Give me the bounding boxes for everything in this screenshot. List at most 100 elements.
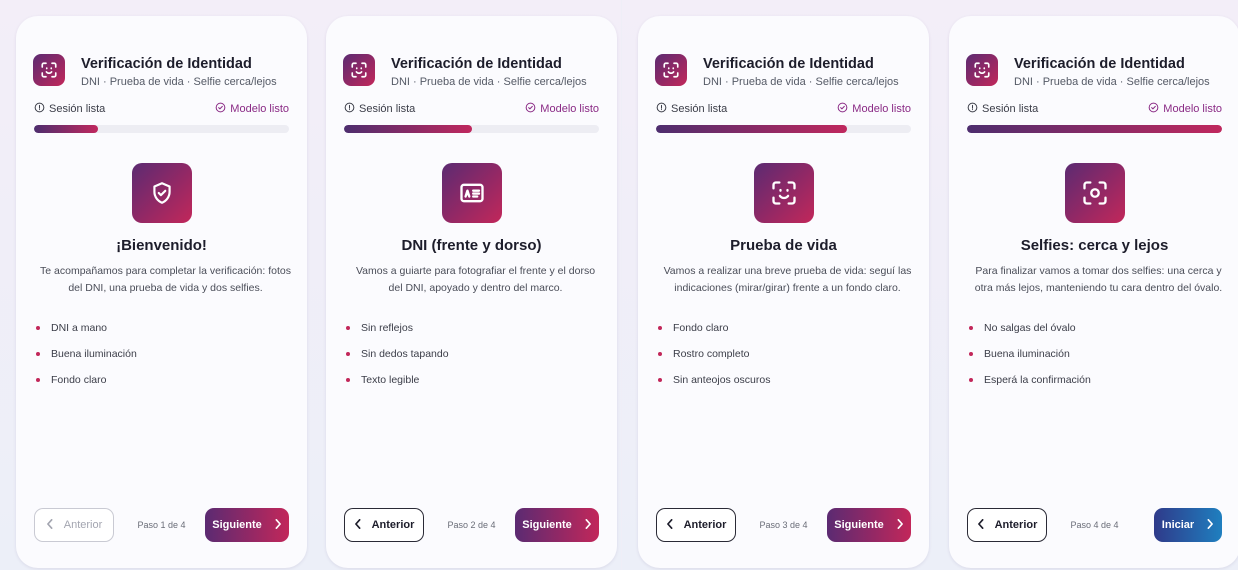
chevron-left-icon xyxy=(354,518,362,532)
start-button[interactable]: Iniciar xyxy=(1154,508,1222,542)
model-status-label: Modelo listo xyxy=(540,103,599,115)
list-item-label: Sin dedos tapando xyxy=(361,348,449,360)
face-scan-icon xyxy=(966,54,998,86)
list-item: Fondo claro xyxy=(36,367,137,393)
bullet-dot xyxy=(346,378,350,382)
bullet-dot xyxy=(658,378,662,382)
model-status: Modelo listo xyxy=(1148,102,1222,116)
check-circle-icon xyxy=(1148,102,1159,116)
shield-check-icon xyxy=(131,163,192,223)
face-scan-icon xyxy=(343,54,375,86)
app-subtitle: DNI · Prueba de vida · Selfie cerca/lejo… xyxy=(703,76,899,88)
app-subtitle: DNI · Prueba de vida · Selfie cerca/lejo… xyxy=(391,76,587,88)
session-status: Sesión lista xyxy=(967,102,1038,116)
requirements-list: DNI a mano Buena iluminación Fondo claro xyxy=(36,315,137,393)
requirements-list: Fondo claro Rostro completo Sin anteojos… xyxy=(658,315,770,393)
progress-fill xyxy=(34,125,98,133)
info-icon xyxy=(344,102,355,116)
previous-button[interactable]: Anterior xyxy=(967,508,1047,542)
list-item: Sin reflejos xyxy=(346,315,449,341)
session-status: Sesión lista xyxy=(656,102,727,116)
step-title: DNI (frente y dorso) xyxy=(401,237,542,254)
session-status-label: Sesión lista xyxy=(982,103,1039,115)
list-item-label: Sin anteojos oscuros xyxy=(673,374,771,386)
previous-button-label: Anterior xyxy=(994,519,1038,531)
list-item: DNI a mano xyxy=(36,315,137,341)
progress-bar xyxy=(656,125,911,133)
app-title: Verificación de Identidad xyxy=(1014,56,1185,72)
list-item-label: Fondo claro xyxy=(673,322,729,334)
list-item-label: No salgas del óvalo xyxy=(984,322,1076,334)
next-button-label: Siguiente xyxy=(522,519,572,531)
requirements-list: Sin reflejos Sin dedos tapando Texto leg… xyxy=(346,315,449,393)
bullet-dot xyxy=(969,352,973,356)
next-button-label: Siguiente xyxy=(834,519,884,531)
list-item-label: Esperá la confirmación xyxy=(984,374,1091,386)
list-item-label: Texto legible xyxy=(361,374,420,386)
list-item: No salgas del óvalo xyxy=(969,315,1091,341)
face-scan-icon xyxy=(33,54,65,86)
app-title: Verificación de Identidad xyxy=(391,56,562,72)
info-icon xyxy=(656,102,667,116)
chevron-right-icon xyxy=(1206,518,1214,532)
list-item: Texto legible xyxy=(346,367,449,393)
step-title: ¡Bienvenido! xyxy=(116,237,207,254)
previous-button[interactable]: Anterior xyxy=(344,508,424,542)
next-button[interactable]: Siguiente xyxy=(827,508,911,542)
app-title: Verificación de Identidad xyxy=(81,56,252,72)
bullet-dot xyxy=(36,326,40,330)
previous-button[interactable]: Anterior xyxy=(34,508,114,542)
next-button[interactable]: Siguiente xyxy=(515,508,599,542)
bullet-dot xyxy=(346,352,350,356)
list-item: Fondo claro xyxy=(658,315,770,341)
session-status: Sesión lista xyxy=(34,102,105,116)
app-title: Verificación de Identidad xyxy=(703,56,874,72)
wizard-card: Verificación de Identidad DNI · Prueba d… xyxy=(949,16,1238,568)
chevron-left-icon xyxy=(46,518,54,532)
session-status-label: Sesión lista xyxy=(359,103,416,115)
progress-fill xyxy=(656,125,848,133)
progress-fill xyxy=(344,125,472,133)
next-button[interactable]: Siguiente xyxy=(205,508,289,542)
chevron-right-icon xyxy=(584,518,592,532)
check-circle-icon xyxy=(837,102,848,116)
list-item-label: Buena iluminación xyxy=(51,348,137,360)
step-description: Te acompañamos para completar la verific… xyxy=(40,265,291,294)
chevron-left-icon xyxy=(977,518,985,532)
progress-bar xyxy=(967,125,1222,133)
bullet-dot xyxy=(658,326,662,330)
session-status-label: Sesión lista xyxy=(671,103,728,115)
previous-button[interactable]: Anterior xyxy=(656,508,736,542)
bullet-dot xyxy=(969,378,973,382)
check-circle-icon xyxy=(215,102,226,116)
app-subtitle: DNI · Prueba de vida · Selfie cerca/lejo… xyxy=(81,76,277,88)
bullet-dot xyxy=(658,352,662,356)
list-item-label: DNI a mano xyxy=(51,322,108,334)
previous-button-label: Anterior xyxy=(371,519,415,531)
bullet-dot xyxy=(36,378,40,382)
list-item-label: Buena iluminación xyxy=(984,348,1070,360)
list-item: Rostro completo xyxy=(658,341,770,367)
chevron-left-icon xyxy=(666,518,674,532)
list-item: Esperá la confirmación xyxy=(969,367,1091,393)
session-status-label: Sesión lista xyxy=(49,103,106,115)
next-button-label: Siguiente xyxy=(212,519,262,531)
session-status: Sesión lista xyxy=(344,102,415,116)
list-item: Buena iluminación xyxy=(969,341,1091,367)
wizard-card: Verificación de Identidad DNI · Prueba d… xyxy=(638,16,929,568)
step-description: Vamos a realizar una breve prueba de vid… xyxy=(663,265,912,294)
progress-bar xyxy=(344,125,599,133)
model-status-label: Modelo listo xyxy=(1163,103,1222,115)
model-status: Modelo listo xyxy=(837,102,911,116)
list-item-label: Fondo claro xyxy=(51,374,107,386)
progress-bar xyxy=(34,125,289,133)
chevron-right-icon xyxy=(896,518,904,532)
step-description: Vamos a guiarte para fotografiar el fren… xyxy=(355,265,596,294)
bullet-dot xyxy=(36,352,40,356)
previous-button-label: Anterior xyxy=(683,519,727,531)
list-item: Sin anteojos oscuros xyxy=(658,367,770,393)
step-description: Para finalizar vamos a tomar dos selfies… xyxy=(974,265,1223,294)
id-card-icon xyxy=(441,163,502,223)
list-item: Sin dedos tapando xyxy=(346,341,449,367)
face-scan-icon xyxy=(753,163,814,223)
